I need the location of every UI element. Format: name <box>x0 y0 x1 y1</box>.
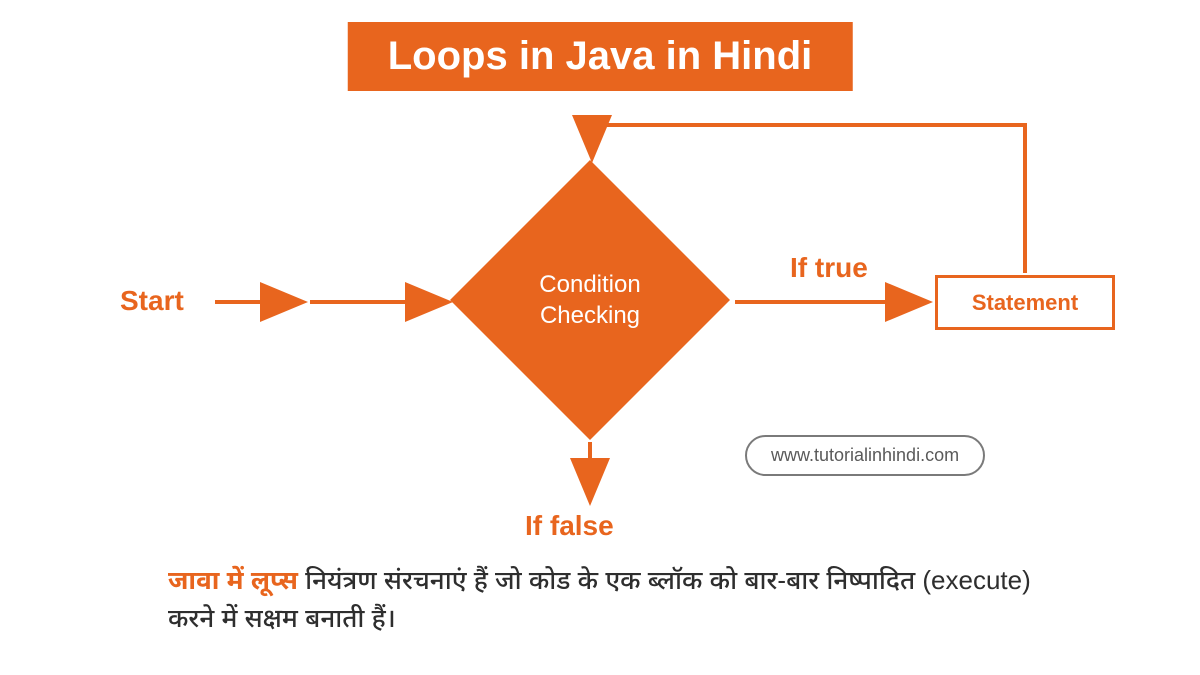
true-label: If true <box>790 252 868 284</box>
description-text: जावा में लूप्स नियंत्रण संरचनाएं हैं जो … <box>168 562 1048 637</box>
source-url: www.tutorialinhindi.com <box>745 435 985 476</box>
page-title: Loops in Java in Hindi <box>348 22 853 91</box>
start-label: Start <box>120 285 184 317</box>
false-label: If false <box>525 510 614 542</box>
condition-diamond: Condition Checking <box>450 160 730 440</box>
description-highlight: जावा में लूप्स <box>168 565 298 595</box>
statement-box: Statement <box>935 275 1115 330</box>
description-rest: नियंत्रण संरचनाएं हैं जो कोड के एक ब्लॉक… <box>168 565 1031 633</box>
condition-text: Condition Checking <box>450 269 730 331</box>
